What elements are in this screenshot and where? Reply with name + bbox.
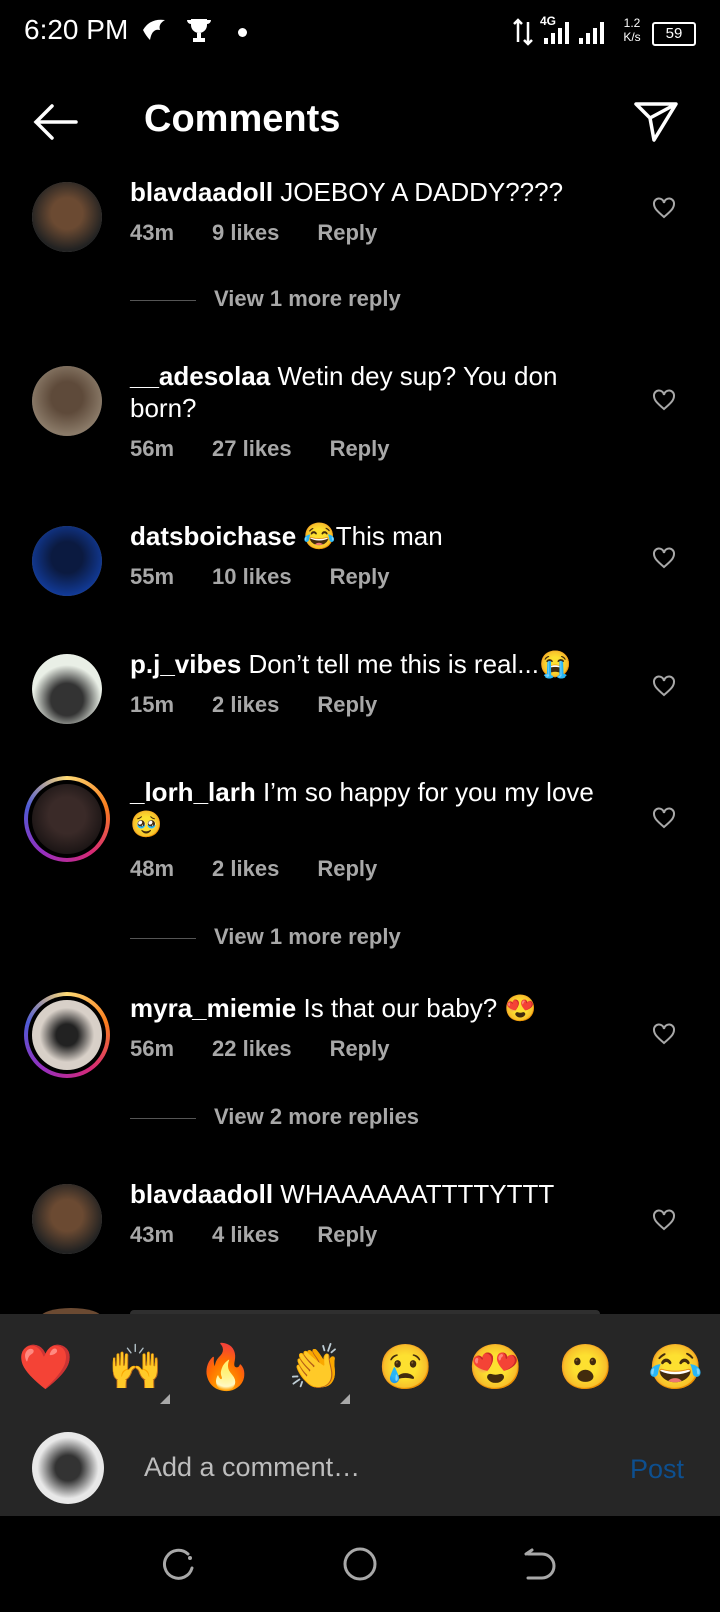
like-button[interactable] [652,196,676,220]
avatar[interactable] [32,1184,102,1254]
reply-button[interactable]: Reply [317,856,377,881]
comment-username[interactable]: __adesolaa [130,361,270,391]
comment-username[interactable]: blavdaadoll [130,177,273,207]
avatar[interactable] [24,776,110,862]
page-title: Comments [144,98,341,140]
reply-button[interactable]: Reply [330,564,390,589]
avatar[interactable] [32,182,102,252]
avatar[interactable] [32,526,102,596]
view-more-replies[interactable]: View 1 more reply [130,924,401,950]
reply-thread-line [130,299,196,301]
share-button[interactable] [632,96,680,144]
emoji-quick-reactions: ❤️ 🙌 🔥 👏 😢 😍 😮 😂 [0,1314,720,1424]
view-more-replies[interactable]: View 2 more replies [130,1104,419,1130]
comment-likes[interactable]: 4 likes [212,1222,279,1247]
comment-text: WHAAAAAATTTTYTTT [280,1179,555,1209]
heart-icon [653,1023,675,1045]
home-button[interactable] [342,1546,378,1587]
comment-likes[interactable]: 27 likes [212,436,292,461]
comment-username[interactable]: _lorh_larh [130,777,256,807]
comment-username[interactable]: p.j_vibes [130,649,241,679]
comment-likes[interactable]: 10 likes [212,564,292,589]
comment-time: 56m [130,436,175,461]
trophy-icon [184,16,214,53]
like-button[interactable] [652,674,676,698]
like-button[interactable] [652,546,676,570]
reply-thread-line [130,937,196,939]
skin-tone-indicator [340,1394,350,1404]
header: Comments [0,80,720,160]
heart-icon [653,1209,675,1231]
status-time: 6:20 PM [24,14,129,45]
emoji-surprised[interactable]: 😮 [558,1342,613,1394]
back-nav-button[interactable] [522,1548,558,1587]
send-icon [634,102,678,142]
notification-dot [238,28,247,37]
recents-icon [163,1548,194,1580]
network-speed: 1.2 K/s [623,16,641,44]
comment-composer: Add a comment… Post [0,1424,720,1516]
comment-likes[interactable]: 22 likes [212,1036,292,1061]
comment-time: 43m [130,220,175,245]
signal-icon-2 [578,20,606,51]
avatar[interactable] [32,366,102,436]
comment-username[interactable]: blavdaadoll [130,1179,273,1209]
comment-username[interactable]: datsboichase [130,521,296,551]
recents-button[interactable] [162,1548,198,1587]
comment-text: JOEBOY A DADDY???? [280,177,564,207]
emoji-laughing[interactable]: 😂 [648,1342,703,1394]
app-notification-icon [140,16,168,51]
like-button[interactable] [652,388,676,412]
comment-likes[interactable]: 2 likes [212,692,279,717]
heart-icon [653,547,675,569]
like-button[interactable] [652,1022,676,1046]
heart-icon [653,807,675,829]
comment-input[interactable]: Add a comment… [144,1452,360,1483]
heart-icon [653,197,675,219]
heart-icon [653,389,675,411]
comment-username[interactable]: myra_miemie [130,993,296,1023]
reply-button[interactable]: Reply [330,1036,390,1061]
signal-icon-1 [542,20,574,51]
like-button[interactable] [652,1208,676,1232]
status-bar: 6:20 PM 4G 1.2 K/s 59 [0,0,720,68]
current-user-avatar [32,1432,104,1504]
home-icon [343,1547,377,1581]
emoji-crying-face[interactable]: 😢 [378,1342,433,1394]
system-navigation-bar [0,1516,720,1612]
reply-button[interactable]: Reply [330,436,390,461]
comment-time: 48m [130,856,175,881]
battery-icon: 59 [652,22,696,46]
emoji-clapping-hands[interactable]: 👏 [288,1342,343,1394]
comment-likes[interactable]: 9 likes [212,220,279,245]
reply-button[interactable]: Reply [317,220,377,245]
system-back-icon [524,1548,556,1580]
comment-text: Is that our baby? 😍 [303,993,537,1023]
reply-thread-line [130,1117,196,1119]
like-button[interactable] [652,806,676,830]
reply-button[interactable]: Reply [317,1222,377,1247]
skin-tone-indicator [160,1394,170,1404]
comment-time: 43m [130,1222,175,1247]
emoji-heart[interactable]: ❤️ [18,1342,73,1394]
emoji-heart-eyes[interactable]: 😍 [468,1342,523,1394]
comment-text: Don’t tell me this is real...😭 [248,649,572,679]
battery-level: 59 [665,25,683,42]
comment-text: 😂This man [303,521,443,551]
heart-icon [653,675,675,697]
back-button[interactable] [30,100,80,144]
back-arrow-icon [33,104,78,140]
reply-button[interactable]: Reply [317,692,377,717]
view-more-replies[interactable]: View 1 more reply [130,286,401,312]
data-transfer-icon [512,18,534,51]
comment-likes[interactable]: 2 likes [212,856,279,881]
comment-time: 56m [130,1036,175,1061]
avatar[interactable] [24,992,110,1078]
emoji-raised-hands[interactable]: 🙌 [108,1342,163,1394]
post-button[interactable]: Post [630,1454,684,1485]
comment-time: 55m [130,564,175,589]
emoji-fire[interactable]: 🔥 [198,1342,253,1394]
comment-time: 15m [130,692,175,717]
avatar[interactable] [32,654,102,724]
